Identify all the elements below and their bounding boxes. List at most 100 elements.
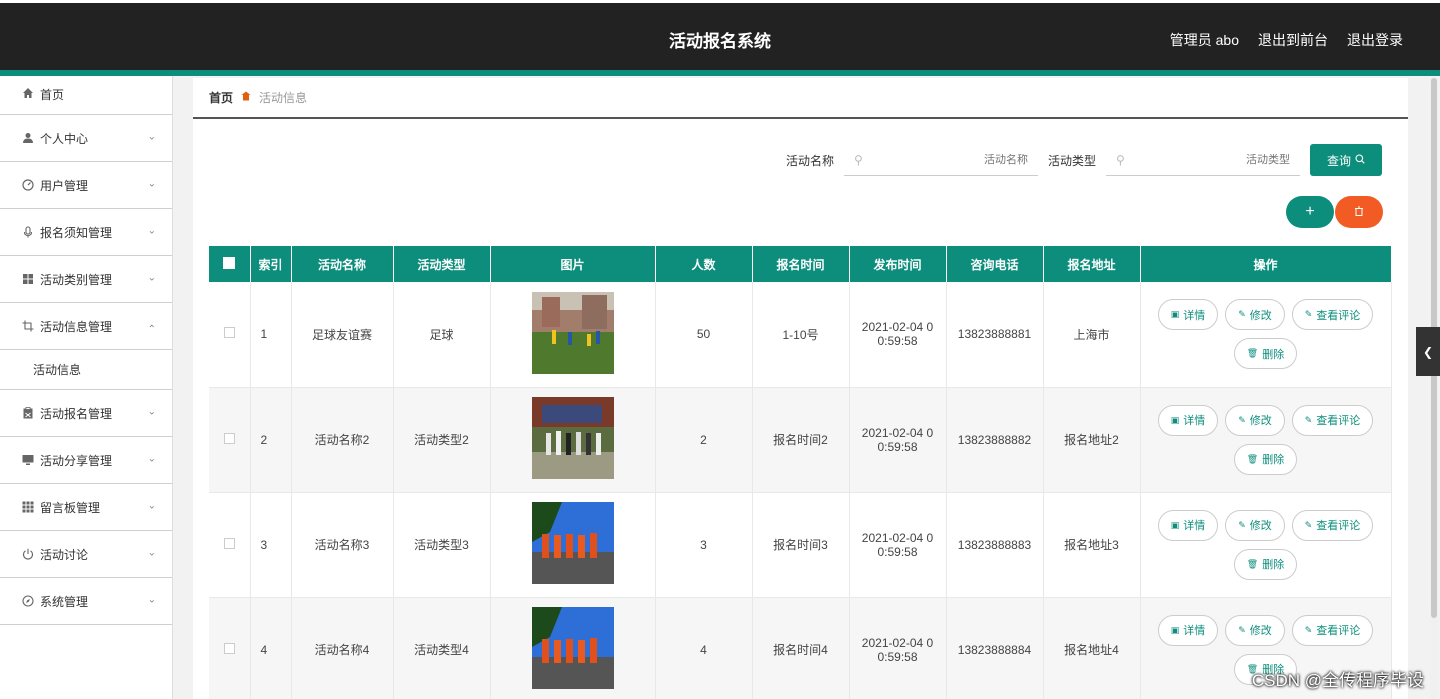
row-checkbox[interactable] xyxy=(209,387,251,493)
activity-photo xyxy=(531,291,614,374)
table-header-row: 索引 活动名称 活动类型 图片 人数 报名时间 发布时间 咨询电话 报名地址 操… xyxy=(209,246,1392,282)
detail-button[interactable]: ▣ 详情 xyxy=(1157,404,1219,436)
row-checkbox[interactable] xyxy=(209,597,251,699)
activity-name-search-field[interactable]: ⚲ xyxy=(843,144,1038,176)
sidebar-item-signup-notice[interactable]: 报名须知管理 ⌄ xyxy=(0,209,172,256)
chevron-down-icon: ⌄ xyxy=(147,225,156,237)
sidebar-subitem-activity-info[interactable]: 活动信息 xyxy=(0,350,172,390)
sidebar-item-label: 活动报名管理 xyxy=(40,406,113,421)
publish-time-line: 0:59:58 xyxy=(877,439,918,454)
publish-time-line: 2021-02-04 0 xyxy=(861,635,934,650)
cell-name: 活动名称2 xyxy=(291,387,394,493)
publish-time-line: 2021-02-04 0 xyxy=(861,425,934,440)
mic-icon xyxy=(21,226,34,239)
sidebar-item-label: 系统管理 xyxy=(40,594,89,609)
sidebar-item-label: 留言板管理 xyxy=(40,500,101,515)
column-header: 人数 xyxy=(655,246,753,282)
cell-signup-time: 报名时间4 xyxy=(752,597,850,699)
document-icon: ▣ xyxy=(1170,624,1180,635)
document-icon: ▣ xyxy=(1170,519,1180,530)
view-comments-button[interactable]: ✎ 查看评论 xyxy=(1291,509,1374,541)
breadcrumb-home[interactable]: 首页 xyxy=(209,89,233,106)
activity-name-input[interactable] xyxy=(862,153,1028,166)
side-panel-toggle[interactable]: ❮ xyxy=(1416,327,1440,376)
sidebar-item-home[interactable]: 首页 xyxy=(0,76,172,115)
top-bar: 活动报名系统 管理员 abo 退出到前台 退出登录 xyxy=(0,0,1440,76)
sidebar-item-activity-info[interactable]: 活动信息管理 ⌃ xyxy=(0,303,172,350)
chevron-left-icon: ❮ xyxy=(1422,344,1434,359)
add-button[interactable]: + xyxy=(1286,196,1334,228)
search-icon xyxy=(1355,153,1365,167)
page-scrollbar[interactable] xyxy=(1430,78,1438,699)
query-button[interactable]: 查询 xyxy=(1310,144,1382,176)
chevron-down-icon: ⌄ xyxy=(147,500,156,512)
cell-count: 50 xyxy=(655,282,753,388)
cell-type: 活动类型4 xyxy=(393,597,491,699)
detail-button[interactable]: ▣ 详情 xyxy=(1157,299,1219,331)
edit-button-label: 修改 xyxy=(1249,625,1272,637)
sidebar-item-activity-category[interactable]: 活动类别管理 ⌄ xyxy=(0,256,172,303)
detail-button[interactable]: ▣ 详情 xyxy=(1157,614,1219,646)
column-header: 索引 xyxy=(250,246,292,282)
row-checkbox[interactable] xyxy=(209,282,251,388)
edit-button[interactable]: ✎ 修改 xyxy=(1225,614,1285,646)
sidebar-item-message-board[interactable]: 留言板管理 ⌄ xyxy=(0,484,172,531)
pencil-icon: ✎ xyxy=(1304,624,1313,635)
view-comments-button[interactable]: ✎ 查看评论 xyxy=(1291,404,1374,436)
sidebar-item-activity-share[interactable]: 活动分享管理 ⌄ xyxy=(0,437,172,484)
activity-type-search-field[interactable]: ⚲ xyxy=(1106,144,1300,176)
cell-index: 3 xyxy=(250,492,292,598)
detail-button[interactable]: ▣ 详情 xyxy=(1157,509,1219,541)
activity-type-input[interactable] xyxy=(1124,153,1290,166)
delete-button[interactable]: 🗑 删除 xyxy=(1233,443,1298,475)
row-checkbox[interactable] xyxy=(209,492,251,598)
sidebar-item-system[interactable]: 系统管理 ⌄ xyxy=(0,578,172,625)
activity-photo xyxy=(531,502,614,584)
search-icon: ⚲ xyxy=(1116,152,1125,167)
cell-publish-time: 2021-02-04 0 0:59:58 xyxy=(849,282,947,388)
cell-ops: ▣ 详情 ✎ 修改 ✎ 查看评论 🗑 删除 xyxy=(1140,387,1392,493)
activity-name-label: 活动名称 xyxy=(785,153,834,168)
edit-button[interactable]: ✎ 修改 xyxy=(1225,299,1285,331)
batch-delete-button[interactable] xyxy=(1335,196,1383,228)
view-comments-button[interactable]: ✎ 查看评论 xyxy=(1291,614,1374,646)
cell-index: 4 xyxy=(250,597,292,699)
trash-icon: 🗑 xyxy=(1246,558,1259,569)
table-row: 2 活动名称2 活动类型2 2 报名时间2 2021-02-04 0 0:59:5… xyxy=(209,387,1392,493)
cell-publish-time: 2021-02-04 0 0:59:58 xyxy=(849,492,947,598)
cell-image xyxy=(490,387,656,493)
cell-image xyxy=(490,492,656,598)
cell-signup-time: 1-10号 xyxy=(752,282,850,388)
chevron-down-icon: ⌄ xyxy=(147,272,156,284)
exit-to-front-link[interactable]: 退出到前台 xyxy=(1258,30,1328,50)
pencil-icon: ✎ xyxy=(1304,414,1313,425)
sidebar-item-discussion[interactable]: 活动讨论 ⌄ xyxy=(0,531,172,578)
view-comments-button[interactable]: ✎ 查看评论 xyxy=(1291,299,1374,331)
activity-table: 索引 活动名称 活动类型 图片 人数 报名时间 发布时间 咨询电话 报名地址 操… xyxy=(209,246,1392,699)
edit-button[interactable]: ✎ 修改 xyxy=(1225,509,1285,541)
delete-button[interactable]: 🗑 删除 xyxy=(1233,338,1298,370)
grid-icon xyxy=(21,273,34,286)
apps-icon xyxy=(21,501,34,514)
sidebar-item-activity-signup[interactable]: 活动报名管理 ⌄ xyxy=(0,390,172,437)
trash-icon: 🗑 xyxy=(1246,348,1259,359)
select-all-checkbox[interactable] xyxy=(209,246,251,282)
edit-button[interactable]: ✎ 修改 xyxy=(1225,404,1285,436)
table-row: 4 活动名称4 活动类型4 4 报名时间4 2021-02-04 0 0:59:5… xyxy=(209,597,1392,699)
table-row: 3 活动名称3 活动类型3 3 报名时间3 2021-02-04 0 0:59:5… xyxy=(209,492,1392,598)
cell-image xyxy=(490,597,656,699)
document-icon: ▣ xyxy=(1170,414,1180,425)
cell-index: 1 xyxy=(250,282,292,388)
sidebar-item-profile[interactable]: 个人中心 ⌄ xyxy=(0,115,172,162)
column-header: 报名时间 xyxy=(752,246,850,282)
edit-button-label: 修改 xyxy=(1249,309,1272,322)
logout-link[interactable]: 退出登录 xyxy=(1347,30,1403,50)
cell-signup-time: 报名时间3 xyxy=(752,492,850,598)
chevron-up-icon: ⌃ xyxy=(147,323,156,335)
edit-button-label: 修改 xyxy=(1249,415,1272,427)
activity-photo xyxy=(531,397,614,479)
sidebar-item-users[interactable]: 用户管理 ⌄ xyxy=(0,162,172,209)
breadcrumb-separator-icon xyxy=(241,91,251,104)
delete-button[interactable]: 🗑 删除 xyxy=(1233,548,1298,580)
cell-phone: 13823888882 xyxy=(946,387,1044,493)
